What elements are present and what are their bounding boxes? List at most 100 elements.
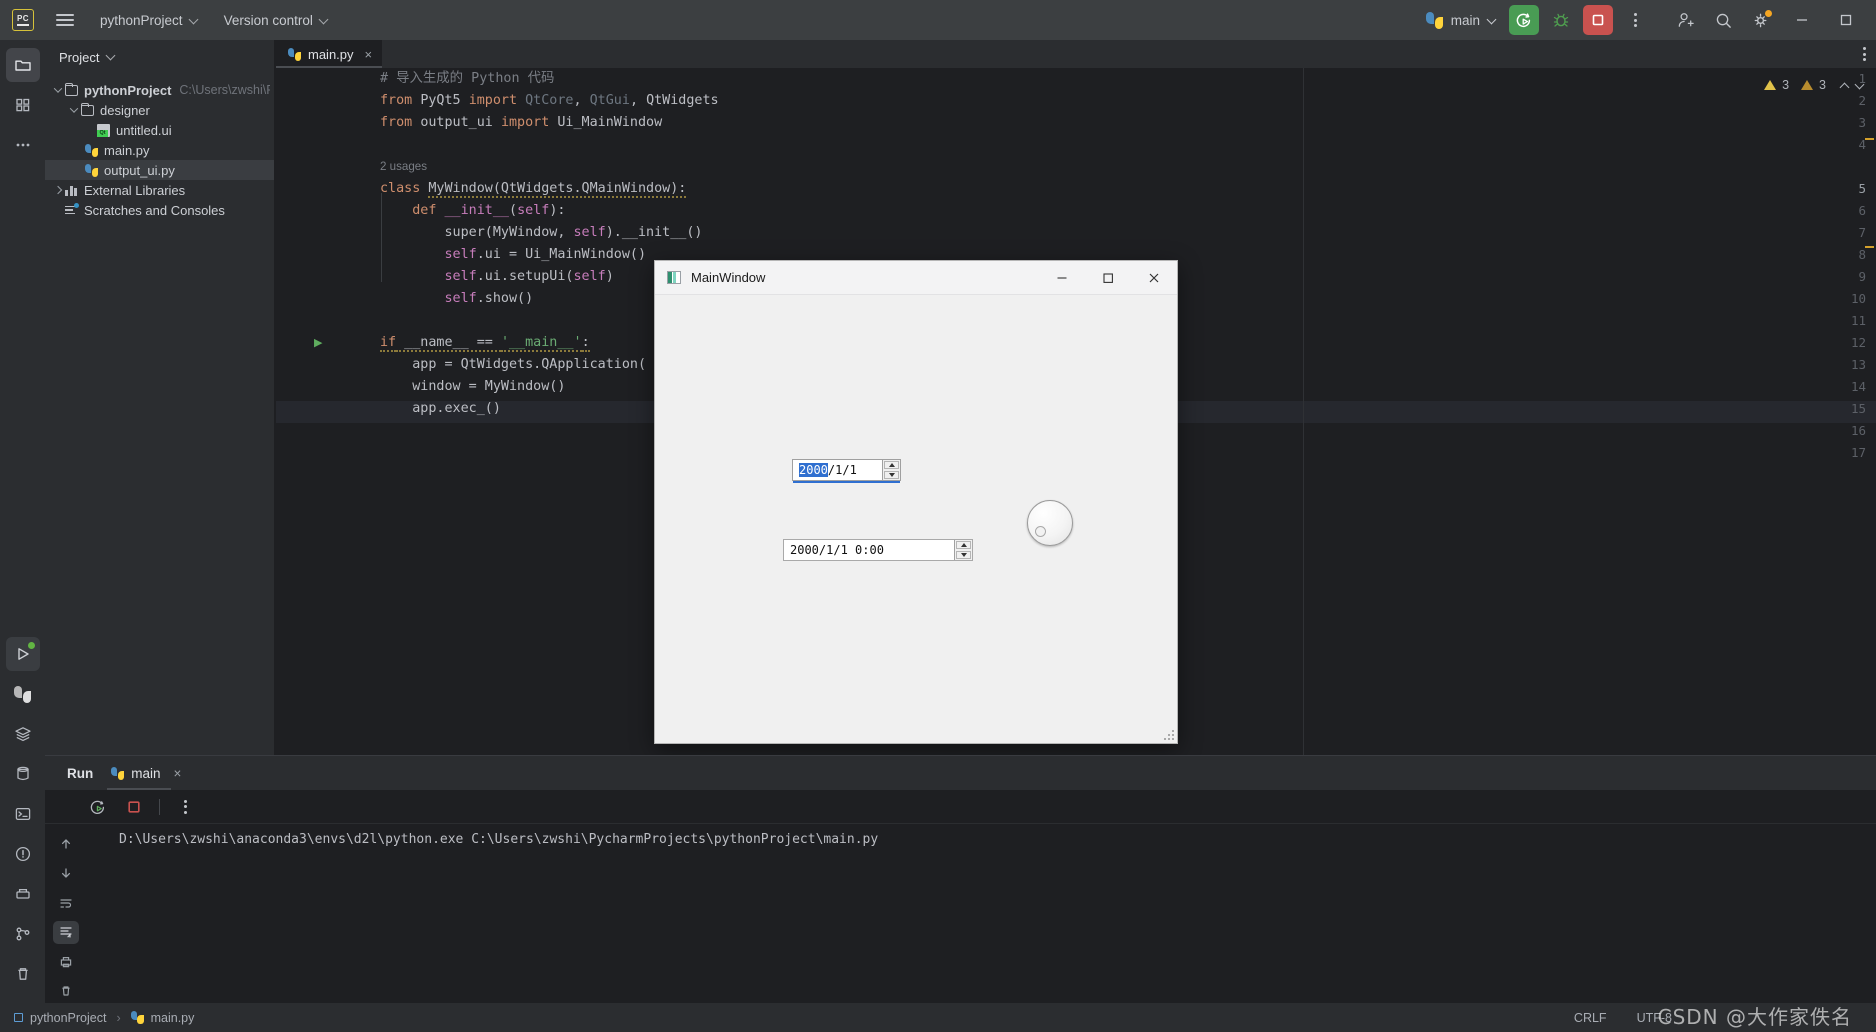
- run-more-button[interactable]: [174, 796, 196, 818]
- console-output[interactable]: D:\Users\zwshi\anaconda3\envs\d2l\python…: [87, 824, 1876, 1003]
- qt-minimize-button[interactable]: [1039, 261, 1085, 295]
- sidebar-item-more[interactable]: [6, 128, 40, 162]
- scroll-to-end-button[interactable]: [53, 920, 79, 944]
- scroll-up-button[interactable]: [53, 832, 79, 856]
- spin-up-button[interactable]: [884, 461, 899, 469]
- trash-icon: [17, 968, 28, 980]
- sidebar-item-build[interactable]: [6, 877, 40, 911]
- breadcrumb-file[interactable]: main.py: [151, 1011, 195, 1025]
- focus-underline: [793, 481, 900, 483]
- spin-up-button[interactable]: [956, 541, 971, 549]
- qt-window-title: MainWindow: [691, 270, 766, 285]
- stop-process-button[interactable]: [123, 796, 145, 818]
- sidebar-item-git[interactable]: [6, 917, 40, 951]
- sidebar-item-run[interactable]: [5, 637, 40, 671]
- chevron-down-icon[interactable]: [1855, 81, 1864, 90]
- library-icon: [65, 184, 78, 196]
- debug-button[interactable]: [1546, 5, 1576, 35]
- spin-down-button[interactable]: [884, 471, 899, 479]
- version-control-selector[interactable]: Version control: [224, 13, 328, 28]
- soft-wrap-button[interactable]: [53, 891, 79, 915]
- more-vertical-icon[interactable]: [1863, 47, 1866, 61]
- print-button[interactable]: [53, 950, 79, 974]
- clear-all-button[interactable]: [53, 980, 79, 1004]
- line-number: 6: [1858, 203, 1866, 218]
- console-side-toolbar: [45, 824, 87, 1003]
- window-minimize-button[interactable]: [1780, 0, 1824, 40]
- editor-tab-actions[interactable]: [1863, 40, 1876, 68]
- rerun-button[interactable]: [87, 796, 109, 818]
- editor-tab-main-py[interactable]: main.py ×: [276, 40, 383, 68]
- dial-handle[interactable]: [1035, 526, 1046, 537]
- tree-node-designer[interactable]: designer: [45, 100, 274, 120]
- scroll-to-end-icon: [60, 927, 72, 938]
- spin-down-button[interactable]: [956, 551, 971, 559]
- layers-icon: [14, 727, 31, 742]
- window-maximize-button[interactable]: [1824, 0, 1868, 40]
- project-panel-header[interactable]: Project: [45, 40, 274, 74]
- sidebar-item-python-console[interactable]: [6, 677, 40, 711]
- tree-node-main-py[interactable]: main.py: [45, 140, 274, 160]
- top-toolbar: PC pythonProject Version control main: [0, 0, 1876, 40]
- chevron-down-icon[interactable]: [51, 87, 65, 93]
- resize-grip[interactable]: [1162, 728, 1174, 740]
- more-actions-button[interactable]: [1620, 5, 1650, 35]
- run-gutter-icon[interactable]: ▶: [314, 336, 322, 349]
- datetime-edit-spinner[interactable]: [954, 540, 972, 560]
- datetime-edit-widget[interactable]: 2000/1/1 0:00: [783, 539, 973, 561]
- close-icon[interactable]: ×: [365, 47, 373, 62]
- tree-node-output-ui-py[interactable]: output_ui.py: [45, 160, 274, 180]
- close-icon[interactable]: ×: [174, 766, 182, 781]
- sidebar-item-structure[interactable]: [6, 88, 40, 122]
- qt-mainwindow-dialog[interactable]: MainWindow 2000/1/1 2000/1/1 0:00: [654, 260, 1178, 744]
- tree-node-label: External Libraries: [84, 182, 186, 198]
- sidebar-item-project[interactable]: [5, 48, 40, 82]
- editor-tab-bar: main.py ×: [276, 40, 1876, 68]
- spin-down-icon: [960, 553, 967, 557]
- breadcrumb-project[interactable]: pythonProject: [30, 1011, 106, 1025]
- database-icon: [16, 766, 29, 781]
- qt-maximize-button[interactable]: [1085, 261, 1131, 295]
- hamburger-menu-icon[interactable]: [56, 11, 74, 29]
- encoding-indicator[interactable]: UTF-8: [1637, 1011, 1672, 1025]
- tree-node-scratches-and-consoles[interactable]: Scratches and Consoles: [45, 200, 274, 220]
- date-edit-spinner[interactable]: [882, 460, 900, 480]
- qt-window-titlebar[interactable]: MainWindow: [655, 261, 1177, 295]
- search-everywhere-button[interactable]: [1708, 5, 1738, 35]
- editor-tab-label: main.py: [308, 46, 354, 62]
- chevron-down-icon[interactable]: [67, 107, 81, 113]
- tree-node-pythonproject[interactable]: pythonProject C:\Users\zwshi\Pych: [45, 80, 274, 100]
- date-edit-text[interactable]: 2000/1/1: [793, 460, 882, 480]
- breadcrumb[interactable]: pythonProject › main.py: [14, 1011, 194, 1025]
- inspection-widget[interactable]: 3 3: [1764, 78, 1864, 92]
- date-edit-widget[interactable]: 2000/1/1: [792, 459, 901, 483]
- run-configuration-selector[interactable]: main: [1425, 11, 1496, 29]
- sidebar-item-services[interactable]: [6, 717, 40, 751]
- line-separator-indicator[interactable]: CRLF: [1574, 1011, 1607, 1025]
- sidebar-item-database[interactable]: [6, 757, 40, 791]
- tree-node-path: C:\Users\zwshi\Pych: [179, 83, 270, 97]
- chevron-right-icon[interactable]: [51, 187, 65, 193]
- qt-designer-icon: [97, 123, 110, 137]
- weak-warning-triangle-icon: [1801, 80, 1814, 90]
- stop-button[interactable]: [1583, 5, 1613, 35]
- qt-close-button[interactable]: [1131, 261, 1177, 295]
- scroll-down-button[interactable]: [53, 862, 79, 886]
- run-tab-main[interactable]: main ×: [107, 756, 182, 790]
- settings-button[interactable]: [1746, 5, 1776, 35]
- tree-node-untitled-ui[interactable]: untitled.ui: [45, 120, 274, 140]
- date-edit-year-selected[interactable]: 2000: [799, 463, 828, 477]
- chevron-up-icon[interactable]: [1840, 81, 1849, 90]
- project-selector[interactable]: pythonProject: [100, 13, 198, 28]
- stop-icon: [128, 800, 140, 813]
- datetime-edit-text[interactable]: 2000/1/1 0:00: [784, 540, 954, 560]
- sidebar-item-trash[interactable]: [6, 957, 40, 991]
- git-icon: [16, 927, 29, 941]
- sidebar-item-problems[interactable]: [6, 837, 40, 871]
- tree-node-external-libraries[interactable]: External Libraries: [45, 180, 274, 200]
- run-with-coverage-button[interactable]: [1509, 5, 1539, 35]
- terminal-icon: [15, 807, 30, 821]
- add-user-button[interactable]: [1670, 5, 1700, 35]
- sidebar-item-terminal[interactable]: [6, 797, 40, 831]
- dial-widget[interactable]: [1027, 500, 1073, 546]
